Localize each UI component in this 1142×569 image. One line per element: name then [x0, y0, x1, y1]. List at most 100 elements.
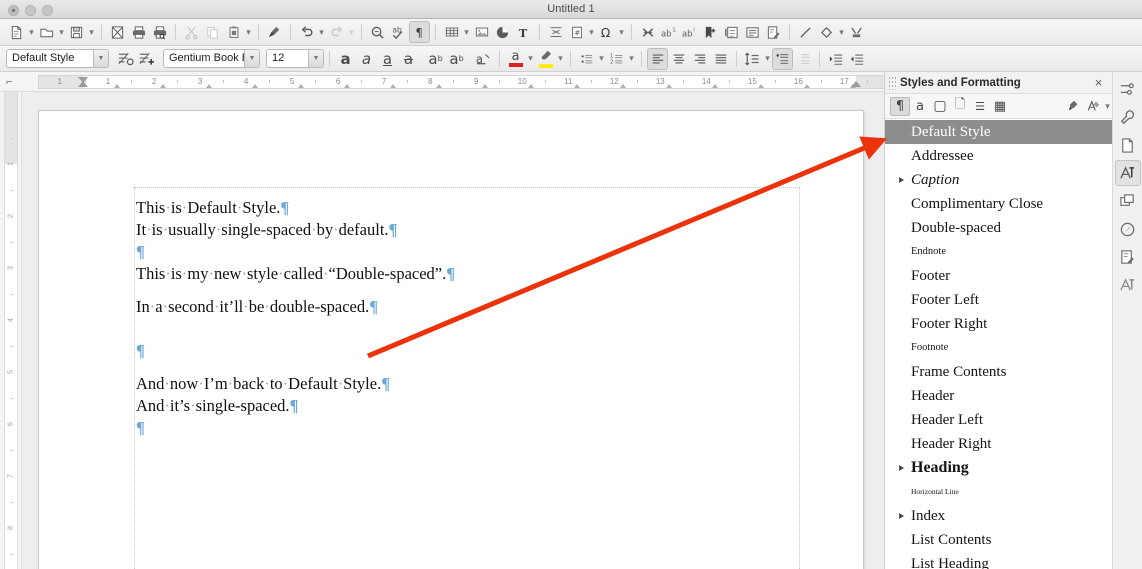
ruler-tab-stop[interactable]	[574, 84, 581, 88]
align-right-icon[interactable]	[689, 48, 710, 70]
align-center-icon[interactable]	[668, 48, 689, 70]
document-paragraph[interactable]: ¶	[136, 241, 796, 263]
ruler-tab-stop[interactable]	[528, 84, 535, 88]
table-dropdown[interactable]: ▾	[462, 21, 471, 43]
document-paragraph[interactable]: This·is·my·new·style·called·“Double-spac…	[136, 263, 796, 285]
ruler-tab-stop[interactable]	[620, 84, 627, 88]
wrench-icon[interactable]	[1115, 104, 1141, 130]
document-paragraph[interactable]: And·now·I’m·back·to·Default·Style.¶	[136, 373, 796, 395]
right-indent-marker[interactable]	[850, 81, 861, 87]
font-color-dropdown[interactable]: ▾	[526, 48, 535, 70]
list-icon[interactable]: ☰	[970, 97, 990, 116]
ruler-tab-stop[interactable]	[758, 84, 765, 88]
align-left-icon[interactable]	[647, 47, 668, 70]
ruler-tab-stop[interactable]	[298, 84, 305, 88]
draw-functions-icon[interactable]	[846, 21, 867, 43]
table-grid-icon[interactable]: ▦	[990, 97, 1010, 116]
indent-decrease-icon[interactable]	[846, 48, 867, 70]
style-list-item[interactable]: Index	[885, 504, 1112, 528]
numbered-list-dropdown[interactable]: ▾	[627, 48, 636, 70]
vertical-ruler-track[interactable]: 123456789	[4, 92, 18, 569]
style-list-item[interactable]: Heading	[885, 456, 1112, 480]
chevron-down-icon[interactable]: ▼	[93, 50, 108, 67]
style-list-item[interactable]: Footer Left	[885, 288, 1112, 312]
style-list-item[interactable]: Header	[885, 384, 1112, 408]
style-list-item[interactable]: Frame Contents	[885, 360, 1112, 384]
ruler-tab-stop[interactable]	[666, 84, 673, 88]
track-changes-pencil-icon[interactable]	[763, 21, 784, 43]
undo-dropdown[interactable]: ▾	[317, 21, 326, 43]
line-spacing-dropdown[interactable]: ▾	[763, 48, 772, 70]
pilcrow-icon[interactable]: ¶	[409, 21, 430, 43]
ruler-tab-stop[interactable]	[114, 84, 121, 88]
character-a-icon[interactable]: a	[910, 97, 930, 116]
ruler-tab-stop[interactable]	[436, 84, 443, 88]
open-dropdown[interactable]: ▾	[57, 21, 66, 43]
cross-reference-icon[interactable]	[721, 21, 742, 43]
document-canvas[interactable]: This·is·Default·Style.¶ It·is·usually·sin…	[22, 92, 884, 569]
expand-triangle-icon[interactable]	[899, 465, 904, 471]
page-break-icon[interactable]	[545, 21, 566, 43]
redo-arrow-icon[interactable]	[326, 21, 347, 43]
text-box-t-icon[interactable]: T	[513, 21, 534, 43]
save-dropdown[interactable]: ▾	[87, 21, 96, 43]
new-style-from-selection-icon[interactable]	[136, 48, 157, 70]
chevron-down-icon[interactable]: ▼	[244, 50, 259, 67]
new-doc-dropdown[interactable]: ▾	[27, 21, 36, 43]
sliders-icon[interactable]	[1115, 76, 1141, 102]
document-paragraph[interactable]: ¶	[136, 417, 796, 439]
bullet-list-icon[interactable]	[576, 48, 597, 70]
clipboard-icon[interactable]	[223, 21, 244, 43]
print-preview-icon[interactable]	[149, 21, 170, 43]
update-selected-style-icon[interactable]	[115, 48, 136, 70]
printer-icon[interactable]	[128, 21, 149, 43]
field-hash-icon[interactable]: #	[566, 21, 587, 43]
picture-icon[interactable]	[471, 21, 492, 43]
bold-button[interactable]: a	[335, 48, 356, 70]
bullet-list-dropdown[interactable]: ▾	[597, 48, 606, 70]
footnote-ab-icon[interactable]: ab 1	[658, 21, 679, 43]
font-name-combo[interactable]: Gentium Book B ▼	[163, 49, 260, 68]
style-list-item[interactable]: Addressee	[885, 144, 1112, 168]
document-paragraph[interactable]: And·it’s·single-spaced.¶	[136, 395, 796, 417]
italic-button[interactable]: a	[356, 48, 377, 70]
ruler-tab-stop[interactable]	[482, 84, 489, 88]
align-justify-icon[interactable]	[710, 48, 731, 70]
numbered-list-icon[interactable]: 12	[606, 48, 627, 70]
style-list-item[interactable]: Header Right	[885, 432, 1112, 456]
style-list-item[interactable]: Footer	[885, 264, 1112, 288]
magnifier-icon[interactable]	[367, 21, 388, 43]
clear-formatting-button[interactable]: a	[473, 48, 494, 70]
frame-square-icon[interactable]: ▢	[930, 97, 950, 116]
strikethrough-button[interactable]: a	[398, 48, 419, 70]
style-list-item[interactable]: Double-spaced	[885, 216, 1112, 240]
document-paragraph[interactable]: This·is·Default·Style.¶	[136, 197, 796, 219]
paste-dropdown[interactable]: ▾	[244, 21, 253, 43]
comment-lines-icon[interactable]	[742, 21, 763, 43]
ruler-tab-stop[interactable]	[344, 84, 351, 88]
document-paragraph[interactable]: It·is·usually·single-spaced·by·default.¶	[136, 219, 796, 241]
line-icon[interactable]	[795, 21, 816, 43]
ruler-tab-stop[interactable]	[390, 84, 397, 88]
subscript-button[interactable]: ab	[446, 48, 467, 70]
compass-icon[interactable]	[1115, 216, 1141, 242]
undo-arrow-icon[interactable]	[296, 21, 317, 43]
document-text[interactable]: This·is·Default·Style.¶ It·is·usually·sin…	[136, 197, 796, 439]
font-size-combo[interactable]: 12 ▼	[266, 49, 324, 68]
style-list-item[interactable]: List Contents	[885, 528, 1112, 552]
left-indent-marker[interactable]	[77, 81, 88, 87]
chevron-down-icon[interactable]: ▼	[308, 50, 323, 67]
style-list-item[interactable]: Caption	[885, 168, 1112, 192]
style-list-item[interactable]: List Heading	[885, 552, 1112, 569]
redo-dropdown[interactable]: ▾	[347, 21, 356, 43]
page-icon[interactable]: 🗋	[950, 97, 970, 116]
paragraph-style-combo[interactable]: Default Style ▼	[6, 49, 109, 68]
page-icon[interactable]	[1115, 132, 1141, 158]
highlight-color-button[interactable]	[535, 48, 556, 70]
panel-grip[interactable]	[888, 75, 897, 90]
gallery-stack-icon[interactable]	[1115, 188, 1141, 214]
expand-triangle-icon[interactable]	[899, 513, 904, 519]
style-list-item[interactable]: Complimentary Close	[885, 192, 1112, 216]
special-char-dropdown[interactable]: ▾	[617, 21, 626, 43]
endnote-ab-icon[interactable]: ab i	[679, 21, 700, 43]
